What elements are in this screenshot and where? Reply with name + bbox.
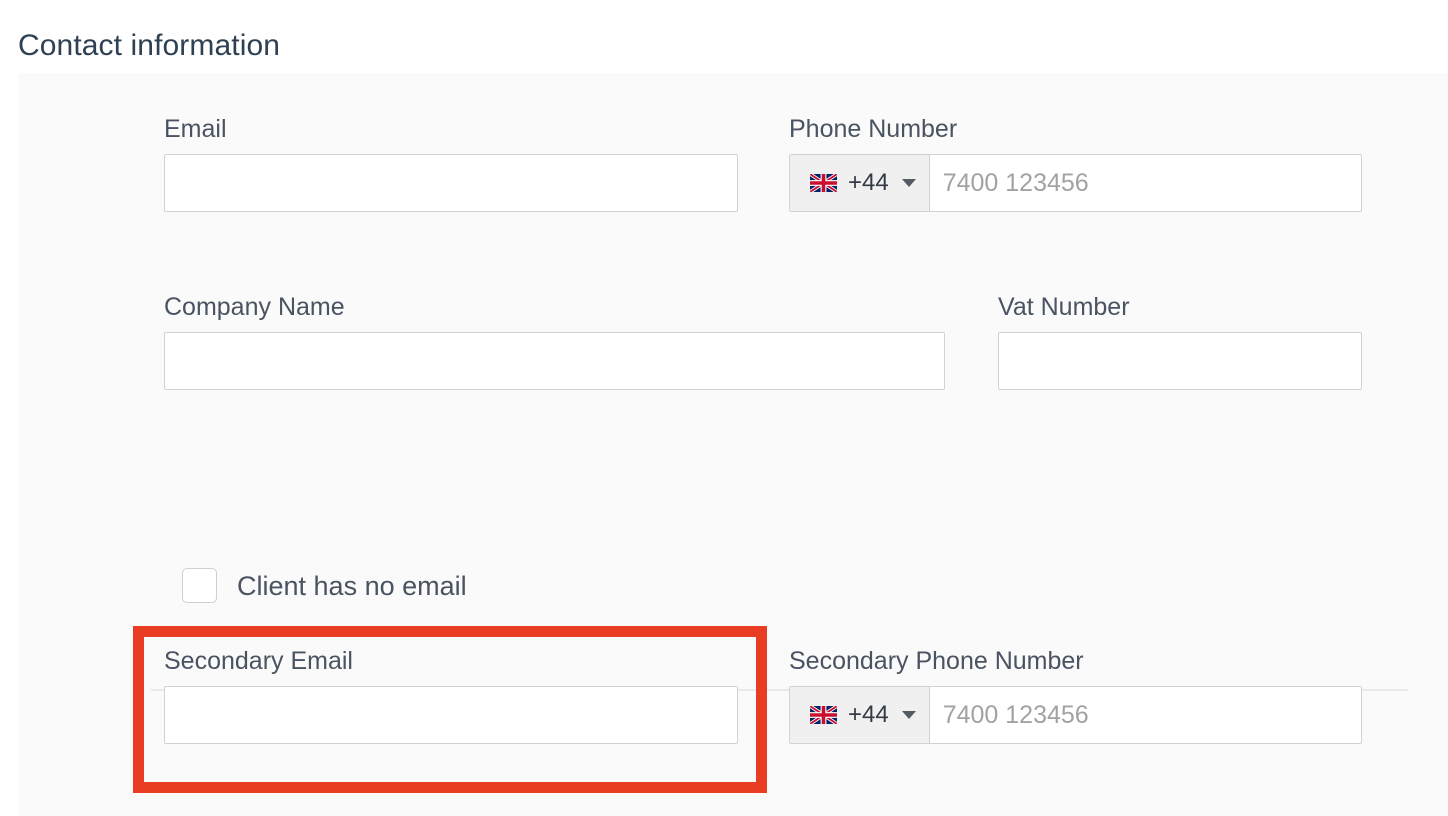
field-company-name: Company Name [164, 291, 945, 390]
phone-number-input-group: +44 [789, 154, 1362, 212]
chevron-down-icon [901, 711, 916, 719]
secondary-phone-number-label: Secondary Phone Number [789, 647, 1084, 675]
chevron-down-icon [901, 179, 916, 187]
email-label: Email [164, 115, 227, 143]
field-phone-number: Phone Number +44 [789, 113, 1362, 212]
secondary-phone-dial-code: +44 [848, 701, 889, 728]
field-email: Email [164, 113, 738, 212]
company-name-label: Company Name [164, 293, 345, 321]
secondary-phone-number-input[interactable] [929, 687, 1361, 743]
client-has-no-email-checkbox[interactable] [182, 568, 217, 603]
client-has-no-email-checkbox-row[interactable]: Client has no email [182, 568, 467, 603]
phone-number-input[interactable] [929, 155, 1361, 211]
field-vat-number: Vat Number [998, 291, 1362, 390]
secondary-email-input[interactable] [164, 686, 738, 744]
phone-country-selector[interactable]: +44 [790, 155, 930, 211]
contact-information-page: Contact information Email Phone Number +… [0, 0, 1448, 816]
uk-flag-icon [810, 706, 837, 724]
phone-dial-code: +44 [848, 169, 889, 196]
secondary-phone-country-selector[interactable]: +44 [790, 687, 930, 743]
uk-flag-icon [810, 174, 837, 192]
contact-information-panel: Email Phone Number +44 7400 123456 Compa… [18, 73, 1448, 816]
secondary-email-label: Secondary Email [164, 647, 353, 675]
email-input[interactable] [164, 154, 738, 212]
field-secondary-phone-number: Secondary Phone Number +44 [789, 645, 1362, 744]
company-name-input[interactable] [164, 332, 945, 390]
vat-number-label: Vat Number [998, 293, 1130, 321]
client-has-no-email-label: Client has no email [237, 570, 467, 601]
secondary-phone-input-group: +44 [789, 686, 1362, 744]
vat-number-input[interactable] [998, 332, 1362, 390]
phone-number-label: Phone Number [789, 115, 958, 143]
field-secondary-email: Secondary Email [164, 645, 738, 744]
page-title: Contact information [18, 29, 281, 63]
